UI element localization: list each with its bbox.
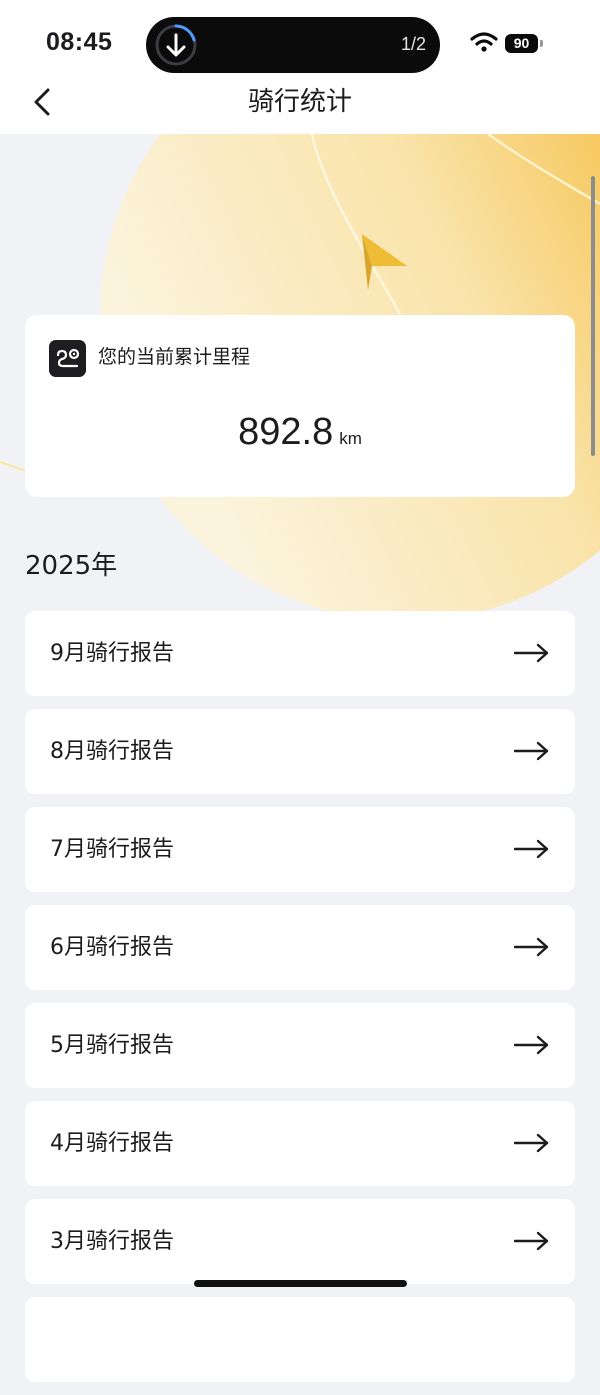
island-counter: 1/2 (400, 34, 426, 54)
mileage-card: 您的当前累计里程 892.8 km (25, 315, 575, 497)
report-item-march[interactable]: 3月骑行报告 (25, 1199, 575, 1284)
mileage-label: 您的当前累计里程 (98, 346, 251, 368)
battery-icon: 90 (505, 34, 545, 53)
download-arrow-icon (155, 24, 197, 66)
arrow-right-icon (514, 643, 549, 663)
mileage-value: 892.8 (238, 411, 334, 453)
chevron-left-icon[interactable] (24, 88, 64, 118)
route-icon (49, 340, 86, 377)
report-label: 4月骑行报告 (50, 1131, 174, 1156)
page-title: 骑行统计 (247, 87, 352, 117)
report-item-june[interactable]: 6月骑行报告 (25, 905, 575, 990)
status-bar: 08:45 1/2 90 (0, 0, 600, 88)
report-label: 5月骑行报告 (50, 1033, 174, 1058)
arrow-right-icon (514, 1133, 549, 1153)
nav-bar: 骑行统计 (0, 88, 600, 134)
battery-level: 90 (505, 34, 538, 53)
mileage-unit: km (339, 429, 362, 448)
report-label: 6月骑行报告 (50, 935, 174, 960)
arrow-right-icon (514, 839, 549, 859)
battery-cap (540, 40, 543, 47)
report-label: 3月骑行报告 (50, 1229, 174, 1254)
report-label: 8月骑行报告 (50, 739, 174, 764)
wifi-icon (470, 32, 498, 52)
arrow-right-icon (514, 1231, 549, 1251)
report-label: 7月骑行报告 (50, 837, 174, 862)
report-item-july[interactable]: 7月骑行报告 (25, 807, 575, 892)
year-header: 2025年 (25, 551, 118, 581)
status-time: 08:45 (46, 28, 113, 56)
mileage-value-row: 892.8 km (25, 411, 575, 454)
report-item-next-partial[interactable] (25, 1297, 575, 1382)
home-indicator[interactable] (194, 1280, 407, 1287)
report-item-september[interactable]: 9月骑行报告 (25, 611, 575, 696)
report-list: 9月骑行报告 8月骑行报告 7月骑行报告 6月骑行报告 5月骑行报告 4月骑行报… (25, 611, 575, 1395)
report-item-august[interactable]: 8月骑行报告 (25, 709, 575, 794)
arrow-right-icon (514, 937, 549, 957)
report-label: 9月骑行报告 (50, 641, 174, 666)
report-item-april[interactable]: 4月骑行报告 (25, 1101, 575, 1186)
arrow-right-icon (514, 1035, 549, 1055)
report-item-may[interactable]: 5月骑行报告 (25, 1003, 575, 1088)
arrow-right-icon (514, 741, 549, 761)
scroll-indicator[interactable] (591, 176, 595, 456)
dynamic-island[interactable]: 1/2 (146, 17, 440, 73)
